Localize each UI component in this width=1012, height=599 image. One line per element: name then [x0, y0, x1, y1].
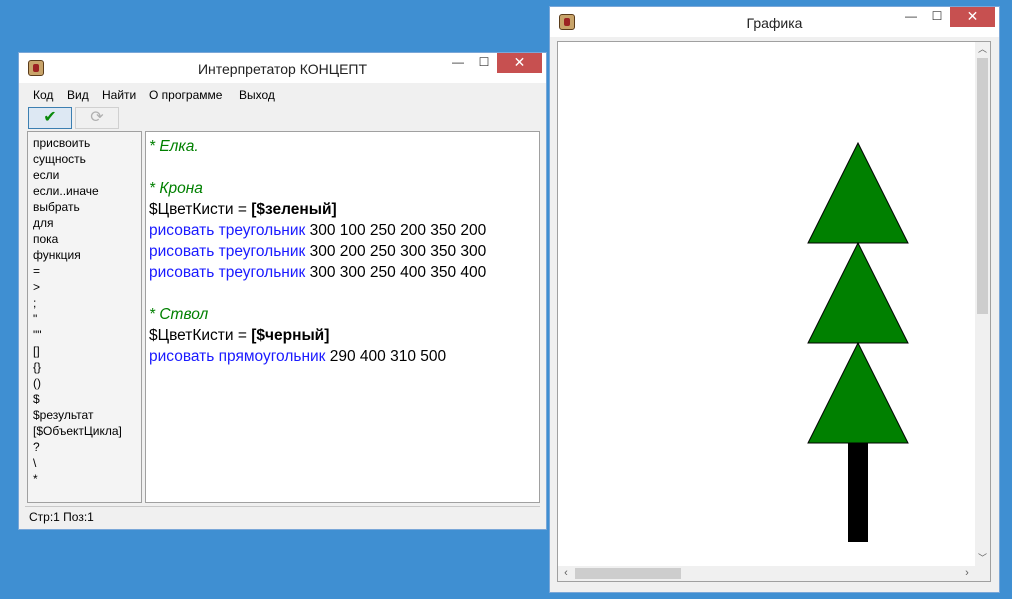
keyword-item[interactable]: ?	[33, 439, 141, 455]
menu-about[interactable]: О программе	[149, 88, 222, 102]
code-line: $ЦветКисти = [$зеленый]	[149, 199, 539, 220]
menu-code[interactable]: Код	[33, 88, 53, 102]
code-line: рисовать треугольник 300 100 250 200 350…	[149, 220, 539, 241]
keyword-item[interactable]: $	[33, 391, 141, 407]
code-command: рисовать треугольник	[149, 222, 306, 239]
keyword-panel: присвоить сущность если если..иначе выбр…	[27, 131, 142, 503]
keyword-item[interactable]: функция	[33, 247, 141, 263]
keyword-item[interactable]: \	[33, 455, 141, 471]
trunk-rectangle	[848, 443, 868, 542]
checkmark-icon: ✔	[43, 109, 57, 126]
crown-triangle-middle	[807, 241, 909, 344]
code-value: [$зеленый]	[251, 201, 337, 218]
code-line: * Ствол	[149, 306, 209, 323]
code-line: $ЦветКисти = [$черный]	[149, 325, 539, 346]
scroll-right-arrow[interactable]: ›	[961, 566, 973, 581]
maximize-button[interactable]: ☐	[924, 7, 950, 27]
keyword-item[interactable]: выбрать	[33, 199, 141, 215]
keyword-item[interactable]: для	[33, 215, 141, 231]
tree-drawing	[807, 141, 909, 542]
code-variable: $ЦветКисти =	[149, 201, 252, 218]
crown-triangle-top	[807, 141, 909, 244]
cursor-position: Стр:1 Поз:1	[29, 510, 94, 524]
graphics-window: Графика — ☐ ✕ ︿ ﹀ ‹ ›	[549, 6, 1000, 593]
keyword-item[interactable]: ""	[33, 327, 141, 343]
keyword-item[interactable]: присвоить	[33, 135, 141, 151]
toolbar: ✔ ⟳	[25, 106, 540, 132]
scroll-left-arrow[interactable]: ‹	[560, 566, 572, 581]
code-args: 300 200 250 300 350 300	[305, 243, 487, 260]
keyword-item[interactable]: пока	[33, 231, 141, 247]
keyword-item[interactable]: "	[33, 311, 141, 327]
keyword-item[interactable]: {}	[33, 359, 141, 375]
keyword-item[interactable]: если..иначе	[33, 183, 141, 199]
code-line: * Елка.	[149, 138, 199, 155]
menu-find[interactable]: Найти	[102, 88, 136, 102]
code-value: [$черный]	[251, 327, 330, 344]
scroll-up-arrow[interactable]: ︿	[975, 42, 990, 57]
code-command: рисовать прямоугольник	[149, 348, 326, 365]
code-args: 300 100 250 200 350 200	[305, 222, 487, 239]
drawing-canvas: ︿ ﹀ ‹ ›	[557, 41, 991, 582]
code-command: рисовать треугольник	[149, 243, 306, 260]
keyword-item[interactable]: сущность	[33, 151, 141, 167]
horizontal-scrollbar[interactable]: ‹ ›	[558, 566, 975, 581]
minimize-button[interactable]: —	[898, 7, 924, 27]
code-args: 300 300 250 400 350 400	[305, 264, 487, 281]
close-button[interactable]: ✕	[950, 7, 995, 27]
code-args: 290 400 310 500	[325, 348, 447, 365]
menu-exit[interactable]: Выход	[239, 88, 275, 102]
crown-triangle-bottom	[807, 341, 909, 444]
maximize-button[interactable]: ☐	[471, 53, 497, 73]
code-editor[interactable]: * Елка. * Крона $ЦветКисти = [$зеленый] …	[145, 131, 540, 503]
code-line: рисовать прямоугольник 290 400 310 500	[149, 346, 539, 367]
keyword-item[interactable]: ()	[33, 375, 141, 391]
menu-view[interactable]: Вид	[67, 88, 89, 102]
menu-bar: Код Вид Найти О программе Выход	[25, 85, 540, 106]
vertical-scrollbar[interactable]: ︿ ﹀	[975, 42, 990, 566]
keyword-item[interactable]: []	[33, 343, 141, 359]
refresh-button[interactable]: ⟳	[75, 107, 119, 129]
keyword-item[interactable]: *	[33, 471, 141, 487]
run-button[interactable]: ✔	[28, 107, 72, 129]
keyword-item[interactable]: если	[33, 167, 141, 183]
keyword-item[interactable]: >	[33, 279, 141, 295]
interpreter-window: Интерпретатор КОНЦЕПТ — ☐ ✕ Код Вид Найт…	[18, 52, 547, 530]
scroll-down-arrow[interactable]: ﹀	[975, 551, 990, 566]
keyword-item[interactable]: ;	[33, 295, 141, 311]
code-variable: $ЦветКисти =	[149, 327, 252, 344]
graphics-titlebar[interactable]: Графика — ☐ ✕	[550, 7, 999, 37]
horizontal-scroll-thumb[interactable]	[575, 568, 681, 579]
code-command: рисовать треугольник	[149, 264, 306, 281]
code-line: рисовать треугольник 300 200 250 300 350…	[149, 241, 539, 262]
close-button[interactable]: ✕	[497, 53, 542, 73]
status-bar: Стр:1 Поз:1	[25, 506, 540, 525]
vertical-scroll-thumb[interactable]	[977, 58, 988, 314]
code-line: * Крона	[149, 180, 203, 197]
interpreter-titlebar[interactable]: Интерпретатор КОНЦЕПТ — ☐ ✕	[19, 53, 546, 83]
code-line: рисовать треугольник 300 300 250 400 350…	[149, 262, 539, 283]
minimize-button[interactable]: —	[445, 53, 471, 73]
refresh-icon: ⟳	[90, 109, 104, 126]
keyword-item[interactable]: $результат	[33, 407, 141, 423]
keyword-item[interactable]: =	[33, 263, 141, 279]
keyword-item[interactable]: [$ОбъектЦикла]	[33, 423, 141, 439]
size-grip[interactable]	[975, 566, 990, 581]
